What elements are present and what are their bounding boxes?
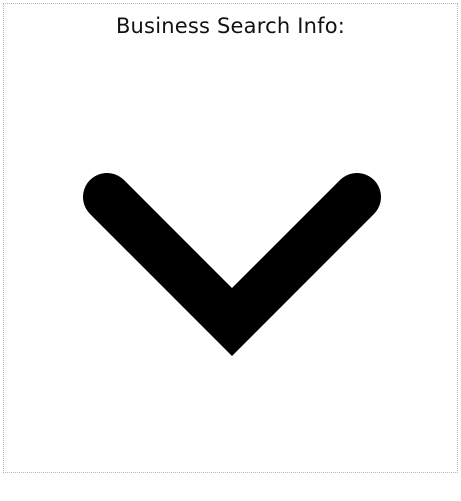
panel-title: Business Search Info: [115,14,346,38]
chevron-down-icon[interactable] [70,160,400,370]
chevron-down-stroke [83,173,381,356]
